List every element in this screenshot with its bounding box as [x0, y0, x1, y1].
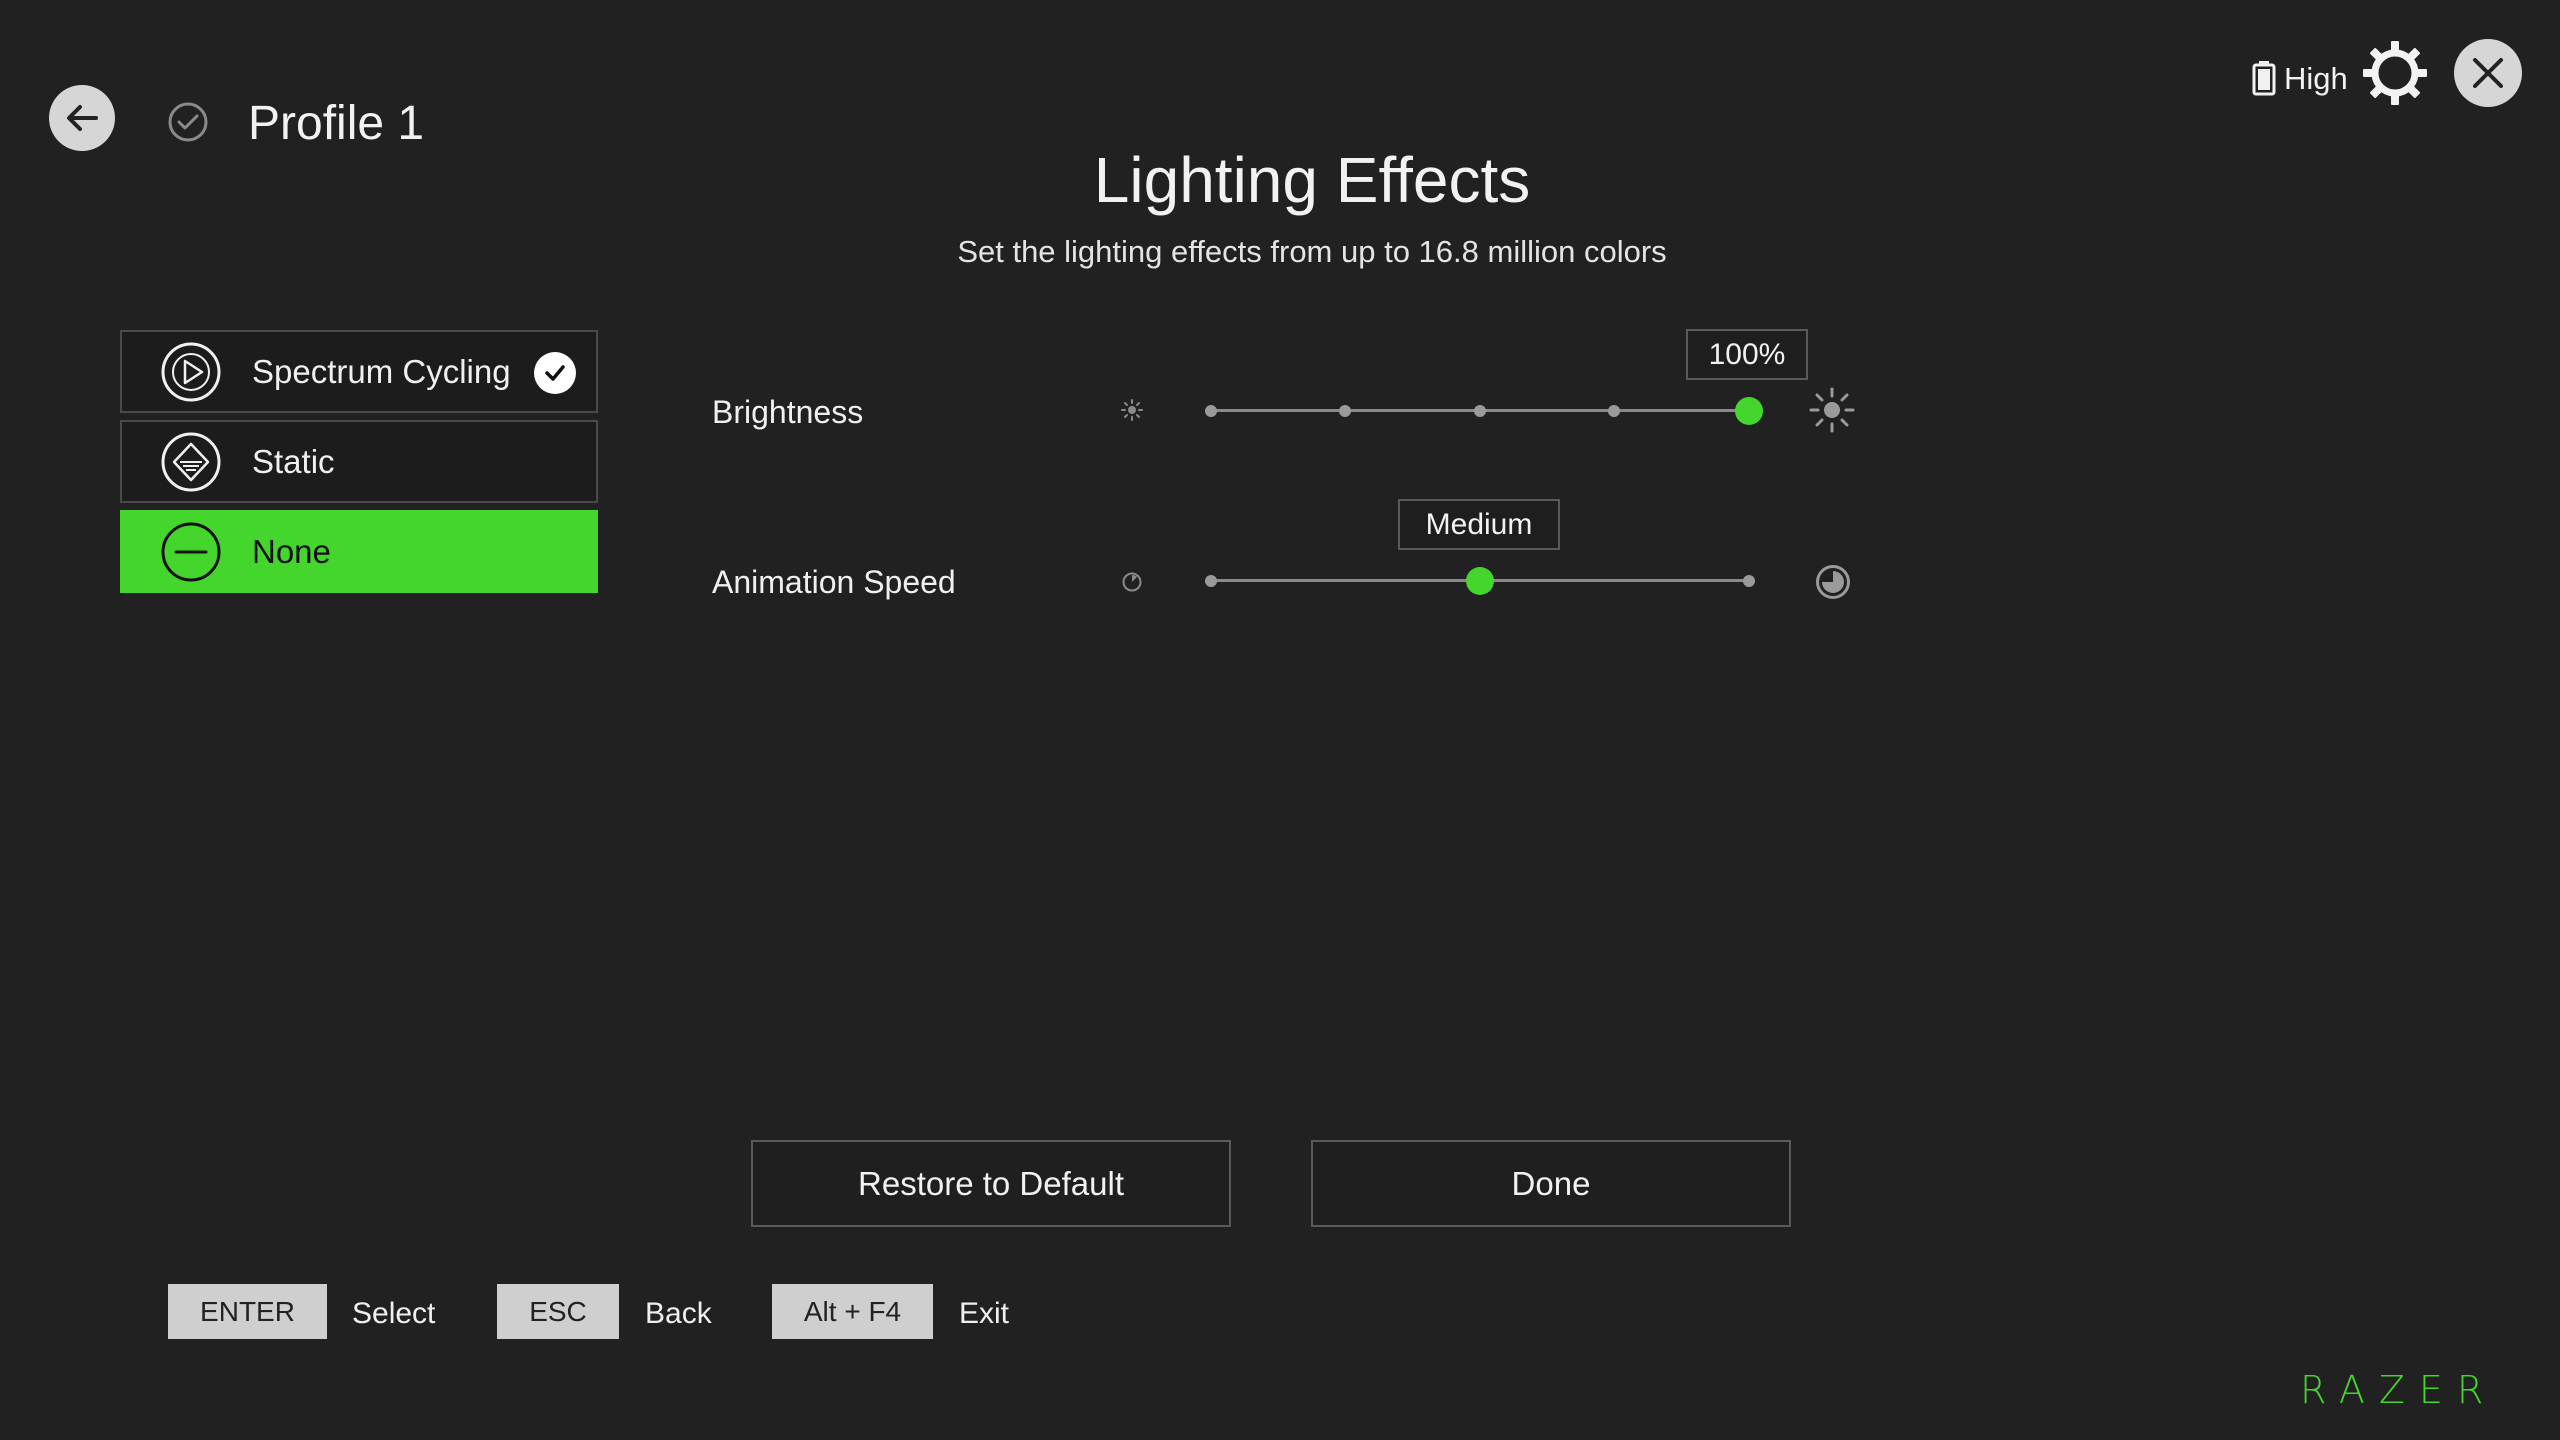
key-esc-action: Back	[645, 1297, 712, 1330]
effect-label: Static	[252, 442, 335, 480]
restore-default-button[interactable]: Restore to Default	[751, 1140, 1231, 1227]
battery-level-label: High	[2284, 61, 2348, 96]
key-alt-f4: Alt + F4	[772, 1284, 933, 1339]
battery-icon	[2252, 61, 2276, 96]
effect-label: None	[252, 532, 331, 570]
slider-step	[1205, 575, 1217, 587]
speed-fast-icon	[1816, 565, 1850, 599]
brightness-value: 100%	[1686, 329, 1808, 380]
animation-speed-label: Animation Speed	[712, 564, 956, 600]
brightness-label: Brightness	[712, 394, 864, 430]
done-button[interactable]: Done	[1311, 1140, 1791, 1227]
brightness-slider[interactable]	[1205, 396, 1763, 426]
effect-none[interactable]: None	[120, 510, 598, 593]
slider-step	[1339, 405, 1351, 417]
brightness-high-icon	[1809, 387, 1855, 433]
key-enter-action: Select	[352, 1297, 436, 1330]
gear-icon[interactable]	[2360, 38, 2430, 108]
brightness-slider-thumb[interactable]	[1735, 397, 1763, 425]
slider-step	[1743, 575, 1755, 587]
razer-logo: RAZER	[2300, 1368, 2498, 1412]
brightness-low-icon	[1121, 399, 1143, 421]
slider-step	[1474, 405, 1486, 417]
none-icon	[161, 522, 221, 581]
slider-step	[1608, 405, 1620, 417]
arrow-left-icon	[67, 105, 98, 131]
page-subtitle: Set the lighting effects from up to 16.8…	[957, 234, 1667, 269]
spectrum-cycling-icon	[161, 342, 221, 401]
key-esc: ESC	[497, 1284, 619, 1339]
animation-speed-value: Medium	[1398, 499, 1560, 550]
static-icon	[161, 432, 221, 491]
animation-speed-slider-thumb[interactable]	[1466, 567, 1494, 595]
profile-check-icon	[168, 102, 208, 142]
effect-label: Spectrum Cycling	[252, 352, 511, 390]
key-enter: ENTER	[168, 1284, 327, 1339]
close-icon	[2473, 58, 2503, 88]
effect-static[interactable]: Static	[120, 420, 598, 503]
slider-step	[1205, 405, 1217, 417]
close-button[interactable]	[2454, 39, 2522, 107]
key-alt-f4-action: Exit	[959, 1297, 1010, 1330]
selected-check-icon	[534, 352, 576, 394]
effect-spectrum-cycling[interactable]: Spectrum Cycling	[120, 330, 598, 413]
animation-speed-slider[interactable]	[1205, 566, 1755, 596]
speed-slow-icon	[1122, 572, 1142, 592]
page-title: Lighting Effects	[1093, 144, 1531, 216]
